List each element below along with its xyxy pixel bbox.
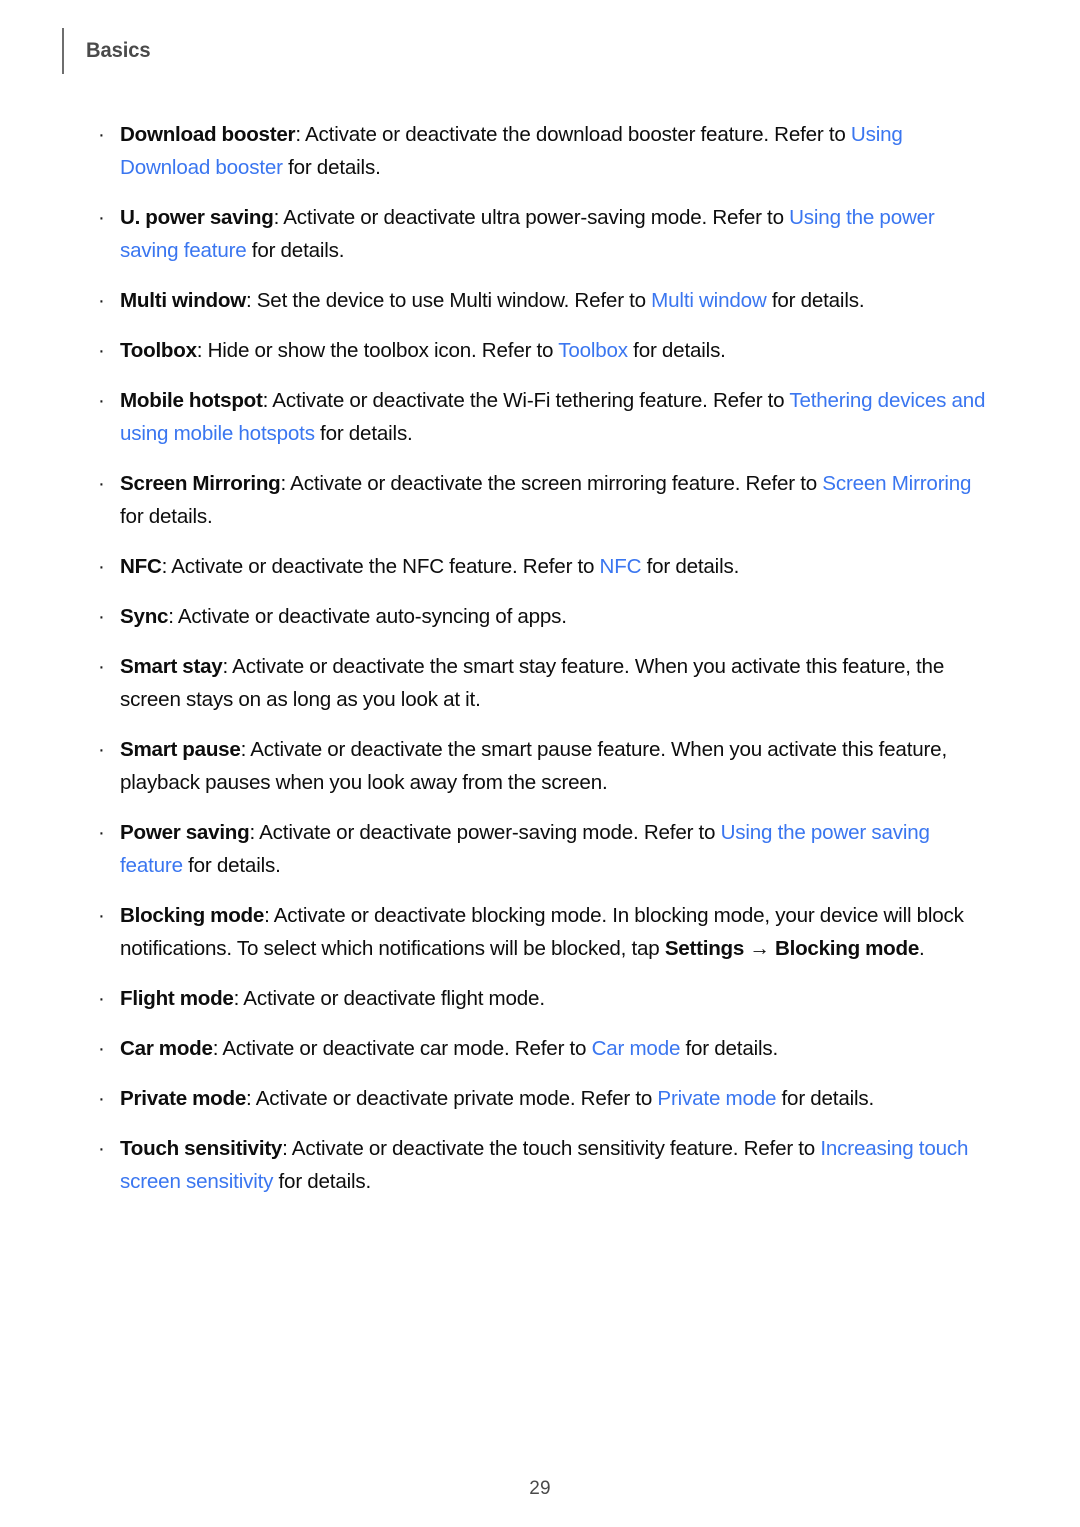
body-text: : Activate or deactivate the download bo… [295, 123, 851, 146]
setting-name-label: Car mode [120, 1037, 213, 1060]
cross-reference-link[interactable]: Car mode [592, 1037, 681, 1060]
right-arrow-icon: → [744, 937, 775, 960]
setting-name-label: Download booster [120, 123, 296, 146]
header-divider-rule [62, 28, 64, 74]
body-text: : Activate or deactivate flight mode. [233, 987, 545, 1010]
setting-name-label: Smart pause [120, 738, 241, 761]
setting-name-label: Blocking mode [774, 937, 920, 960]
setting-name-label: Blocking mode [120, 904, 265, 927]
bullet-dot-icon: · [98, 1037, 105, 1060]
list-item: · Power saving: Activate or deactivate po… [0, 816, 1080, 882]
list-item: · Blocking mode: Activate or deactivate b… [0, 899, 1080, 965]
cross-reference-link[interactable]: Multi window [651, 289, 767, 312]
body-text: : Activate or deactivate the Wi-Fi tethe… [262, 389, 790, 412]
setting-name-label: Private mode [120, 1087, 247, 1110]
page-title: Basics [86, 39, 151, 62]
body-text: : Activate or deactivate power-saving mo… [249, 821, 721, 844]
list-item: · NFC: Activate or deactivate the NFC fea… [0, 550, 1080, 583]
cross-reference-link[interactable]: NFC [600, 555, 642, 578]
bullet-dot-icon: · [98, 821, 105, 844]
bullet-dot-icon: · [98, 1137, 105, 1160]
list-item: · Toolbox: Hide or show the toolbox icon.… [0, 334, 1080, 367]
body-text: : Hide or show the toolbox icon. Refer t… [196, 339, 559, 362]
body-text: : Activate or deactivate the screen mirr… [280, 472, 823, 495]
setting-name-label: Screen Mirroring [120, 472, 281, 495]
setting-name-label: Power saving [120, 821, 250, 844]
cross-reference-link[interactable]: Private mode [657, 1087, 776, 1110]
bullet-dot-icon: · [98, 904, 105, 927]
list-item: · Mobile hotspot: Activate or deactivate … [0, 384, 1080, 450]
setting-name-label: Flight mode [120, 987, 234, 1010]
body-text: for details. [282, 156, 381, 179]
cross-reference-link[interactable]: Toolbox [558, 339, 628, 362]
body-text: for details. [680, 1037, 779, 1060]
body-text: : Activate or deactivate auto-syncing of… [168, 605, 567, 628]
bullet-dot-icon: · [98, 206, 105, 229]
list-item: · Smart pause: Activate or deactivate the… [0, 733, 1080, 799]
setting-name-label: Mobile hotspot [120, 389, 263, 412]
bullet-dot-icon: · [98, 289, 105, 312]
list-item: · Multi window: Set the device to use Mul… [0, 284, 1080, 317]
setting-name-label: U. power saving [120, 206, 274, 229]
body-text: for details. [182, 854, 281, 877]
setting-name-label: Settings [664, 937, 745, 960]
body-text: for details. [766, 289, 865, 312]
body-text: : Activate or deactivate the NFC feature… [161, 555, 600, 578]
page-content: · Download booster: Activate or deactivat… [0, 118, 1080, 1198]
body-text: : Activate or deactivate the smart pause… [120, 738, 948, 794]
setting-name-label: Smart stay [120, 655, 223, 678]
bullet-dot-icon: · [98, 1087, 105, 1110]
list-item: · Sync: Activate or deactivate auto-synci… [0, 600, 1080, 633]
body-text: : Activate or deactivate the smart stay … [120, 655, 945, 711]
body-text: : Activate or deactivate private mode. R… [246, 1087, 658, 1110]
body-text: for details. [641, 555, 740, 578]
page-header: Basics [0, 0, 1080, 100]
list-item: · Download booster: Activate or deactivat… [0, 118, 1080, 184]
bullet-dot-icon: · [98, 738, 105, 761]
body-text: . [919, 937, 925, 960]
list-item: · Private mode: Activate or deactivate pr… [0, 1082, 1080, 1115]
body-text: for details. [314, 422, 413, 445]
setting-name-label: Toolbox [120, 339, 197, 362]
setting-name-label: Touch sensitivity [120, 1137, 283, 1160]
list-item: · Smart stay: Activate or deactivate the … [0, 650, 1080, 716]
list-item: · Flight mode: Activate or deactivate fli… [0, 982, 1080, 1015]
body-text: : Activate or deactivate ultra power-sav… [273, 206, 790, 229]
body-text: for details. [246, 239, 345, 262]
page-number: 29 [529, 1478, 551, 1499]
bullet-dot-icon: · [98, 555, 105, 578]
body-text: for details. [627, 339, 726, 362]
body-text: : Activate or deactivate the touch sensi… [282, 1137, 821, 1160]
cross-reference-link[interactable]: Screen Mirroring [822, 472, 971, 495]
bullet-dot-icon: · [98, 655, 105, 678]
settings-bullet-list: · Download booster: Activate or deactivat… [0, 118, 1080, 1198]
setting-name-label: NFC [120, 555, 162, 578]
body-text: for details. [776, 1087, 875, 1110]
list-item: · Car mode: Activate or deactivate car mo… [0, 1032, 1080, 1065]
list-item: · Touch sensitivity: Activate or deactiva… [0, 1132, 1080, 1198]
bullet-dot-icon: · [98, 472, 105, 495]
body-text: : Activate or deactivate car mode. Refer… [212, 1037, 592, 1060]
list-item: · U. power saving: Activate or deactivate… [0, 201, 1080, 267]
body-text: for details. [273, 1170, 372, 1193]
setting-name-label: Multi window [120, 289, 246, 312]
bullet-dot-icon: · [98, 339, 105, 362]
body-text: for details. [120, 505, 213, 528]
body-text: : Set the device to use Multi window. Re… [245, 289, 652, 312]
setting-name-label: Sync [120, 605, 169, 628]
bullet-dot-icon: · [98, 389, 105, 412]
bullet-dot-icon: · [98, 123, 105, 146]
bullet-dot-icon: · [98, 605, 105, 628]
bullet-dot-icon: · [98, 987, 105, 1010]
list-item: · Screen Mirroring: Activate or deactivat… [0, 467, 1080, 533]
